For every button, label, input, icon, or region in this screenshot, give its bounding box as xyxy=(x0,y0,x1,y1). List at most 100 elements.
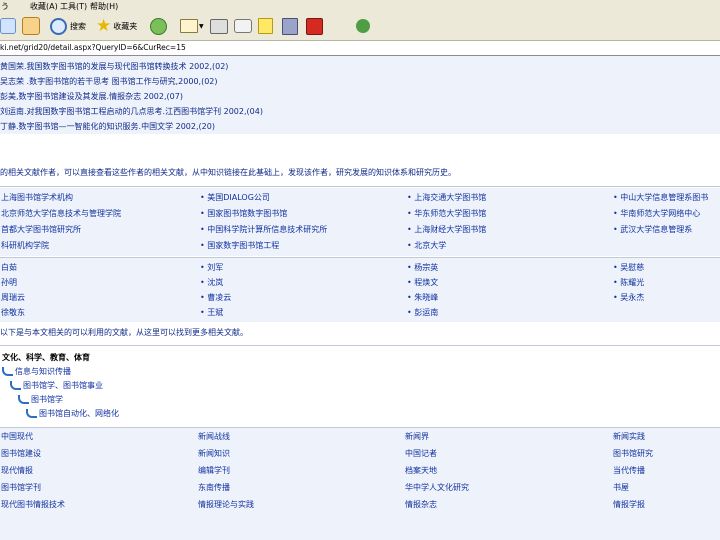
menu-item-help[interactable]: 帮助(H) xyxy=(90,1,118,12)
refresh-button[interactable] xyxy=(0,16,16,36)
journal-link[interactable]: 情报杂志 xyxy=(405,499,605,510)
research-button[interactable] xyxy=(282,16,298,36)
org-link[interactable]: • 北京大学 xyxy=(407,240,607,251)
home-icon xyxy=(22,17,40,35)
home-button[interactable] xyxy=(22,16,40,36)
reference-list: 黄国荣.我国数字图书馆的发展与现代图书馆转换技术 2002,(02) 吴志荣 .… xyxy=(0,56,720,134)
divider xyxy=(0,345,720,346)
org-link[interactable]: • 国家数字图书馆工程 xyxy=(200,240,400,251)
journal-link[interactable]: 现代情报 xyxy=(1,465,191,476)
journal-link[interactable]: 东南传播 xyxy=(198,482,398,493)
reference-item[interactable]: 彭美,数字图书馆建设及其发展.情报杂志 2002,(07) xyxy=(0,91,183,102)
org-link[interactable]: • 华南师范大学网络中心 xyxy=(613,208,720,219)
author-link[interactable]: 周瑞云 xyxy=(1,292,191,303)
journal-link[interactable]: 图书馆研究 xyxy=(613,448,720,459)
journal-link[interactable]: 中国记者 xyxy=(405,448,605,459)
journal-link[interactable]: 新闻实践 xyxy=(613,431,720,442)
messenger-icon xyxy=(356,19,370,33)
journal-link[interactable]: 新闻知识 xyxy=(198,448,398,459)
menu-item-view[interactable]: う xyxy=(1,1,9,12)
history-icon xyxy=(150,17,167,35)
tree-root-label: 文化、科学、教育、体育 xyxy=(2,353,90,362)
org-link[interactable]: 首都大学图书馆研究所 xyxy=(1,224,191,235)
discuss-button[interactable] xyxy=(258,16,273,36)
author-link[interactable]: • 彭运南 xyxy=(407,307,607,318)
org-link[interactable]: • 上海财经大学图书馆 xyxy=(407,224,607,235)
search-button[interactable]: 搜索 xyxy=(50,16,86,36)
org-link[interactable]: • 美国DIALOG公司 xyxy=(200,192,400,203)
tree-node-label: 信息与知识传播 xyxy=(15,367,71,376)
author-link[interactable]: • 程焕文 xyxy=(407,277,607,288)
journal-link[interactable]: 当代传播 xyxy=(613,465,720,476)
journal-link[interactable]: 图书馆学刊 xyxy=(1,482,191,493)
edit-button[interactable] xyxy=(234,16,252,36)
author-link[interactable]: • 沈岚 xyxy=(200,277,400,288)
journal-link[interactable]: 新闻战线 xyxy=(198,431,398,442)
reference-item[interactable]: 刘运南.对我国数字图书馆工程启动的几点思考.江西图书馆学刊 2002,(04) xyxy=(0,106,263,117)
journal-link[interactable]: 中国现代 xyxy=(1,431,191,442)
journal-link[interactable]: 华中学人文化研究 xyxy=(405,482,605,493)
journal-link[interactable]: 书屋 xyxy=(613,482,720,493)
star-icon: ★ xyxy=(96,16,112,36)
author-link[interactable]: • 曹凌云 xyxy=(200,292,400,303)
journal-link[interactable]: 新闻界 xyxy=(405,431,605,442)
red-square-icon xyxy=(306,17,323,35)
journal-link[interactable]: 档案天地 xyxy=(405,465,605,476)
org-link[interactable]: • 国家图书馆数字图书馆 xyxy=(200,208,400,219)
author-link[interactable]: • 陈耀光 xyxy=(613,277,720,288)
reference-item[interactable]: 丁静.数字图书馆—一智能化的知识服务.中国文学 2002,(20) xyxy=(0,121,215,132)
address-value[interactable]: ki.net/grid20/detail.aspx?QueryID=6&CurR… xyxy=(0,43,186,52)
org-link[interactable]: • 中山大学信息管理系图书 xyxy=(613,192,720,203)
author-link[interactable]: • 朱晓峰 xyxy=(407,292,607,303)
org-link[interactable]: 上海图书馆学术机构 xyxy=(1,192,191,203)
toolbar-extra-button[interactable] xyxy=(306,16,323,36)
print-button[interactable] xyxy=(210,16,228,36)
journal-link[interactable]: 情报理论与实践 xyxy=(198,499,398,510)
author-link[interactable]: • 王斌 xyxy=(200,307,400,318)
author-link[interactable]: 徐敬东 xyxy=(1,307,191,318)
author-link[interactable]: • 吴永杰 xyxy=(613,292,720,303)
chevron-down-icon: ▼ xyxy=(199,22,204,30)
note-icon xyxy=(258,18,273,34)
tree-arrow-icon xyxy=(10,381,21,390)
messenger-button[interactable] xyxy=(356,16,370,36)
edit-icon xyxy=(234,19,252,33)
reference-item[interactable]: 黄国荣.我国数字图书馆的发展与现代图书馆转换技术 2002,(02) xyxy=(0,61,228,72)
search-label: 搜索 xyxy=(70,21,86,31)
tree-node[interactable]: 图书馆学 xyxy=(18,394,63,405)
org-link[interactable]: 科研机构学院 xyxy=(1,240,191,251)
reference-item[interactable]: 吴志荣 .数字图书馆的若干思考 图书馆工作与研究,2000,(02) xyxy=(0,76,218,87)
journal-link[interactable]: 情报学报 xyxy=(613,499,720,510)
author-link[interactable]: 白茹 xyxy=(1,262,191,273)
print-icon xyxy=(210,18,228,34)
journal-link[interactable]: 现代图书情报技术 xyxy=(1,499,191,510)
org-grid: 上海图书馆学术机构 • 美国DIALOG公司 • 上海交通大学图书馆 • 中山大… xyxy=(0,188,720,256)
journal-link[interactable]: 编辑学刊 xyxy=(198,465,398,476)
tree-arrow-icon xyxy=(26,409,37,418)
tree-root[interactable]: 文化、科学、教育、体育 xyxy=(2,352,90,363)
tree-node[interactable]: 图书馆学、图书馆事业 xyxy=(10,380,103,391)
journal-link[interactable]: 图书馆建设 xyxy=(1,448,191,459)
favorites-button[interactable]: ★ 收藏夹 xyxy=(96,16,137,36)
tree-node[interactable]: 信息与知识传播 xyxy=(2,366,71,377)
author-link[interactable]: • 吴慰慈 xyxy=(613,262,720,273)
author-link[interactable]: • 杨宗英 xyxy=(407,262,607,273)
tree-node[interactable]: 图书馆自动化、网络化 xyxy=(26,408,119,419)
author-link[interactable]: 孙明 xyxy=(1,277,191,288)
menu-item-favorites[interactable]: 收藏(A) xyxy=(30,1,58,12)
author-link[interactable]: • 刘军 xyxy=(200,262,400,273)
refresh-icon xyxy=(0,18,16,34)
org-link[interactable]: • 华东师范大学图书馆 xyxy=(407,208,607,219)
org-link[interactable]: 北京师范大学信息技术与管理学院 xyxy=(1,208,191,219)
org-link[interactable]: • 武汉大学信息管理系 xyxy=(613,224,720,235)
address-bar[interactable]: ki.net/grid20/detail.aspx?QueryID=6&CurR… xyxy=(0,41,720,56)
author-grid: 白茹 • 刘军 • 杨宗英 • 吴慰慈 孙明 • 沈岚 • 程焕文 • 陈耀光 … xyxy=(0,258,720,322)
mail-button[interactable]: ▼ xyxy=(180,16,204,36)
favorites-label: 收藏夹 xyxy=(113,21,138,31)
search-icon xyxy=(50,17,67,35)
org-link[interactable]: • 上海交通大学图书馆 xyxy=(407,192,607,203)
history-button[interactable] xyxy=(150,16,167,36)
journal-grid: 中国现代 新闻战线 新闻界 新闻实践 图书馆建设 新闻知识 中国记者 图书馆研究… xyxy=(0,428,720,540)
menu-item-tools[interactable]: 工具(T) xyxy=(60,1,87,12)
org-link[interactable]: • 中国科学院计算所信息技术研究所 xyxy=(200,224,400,235)
